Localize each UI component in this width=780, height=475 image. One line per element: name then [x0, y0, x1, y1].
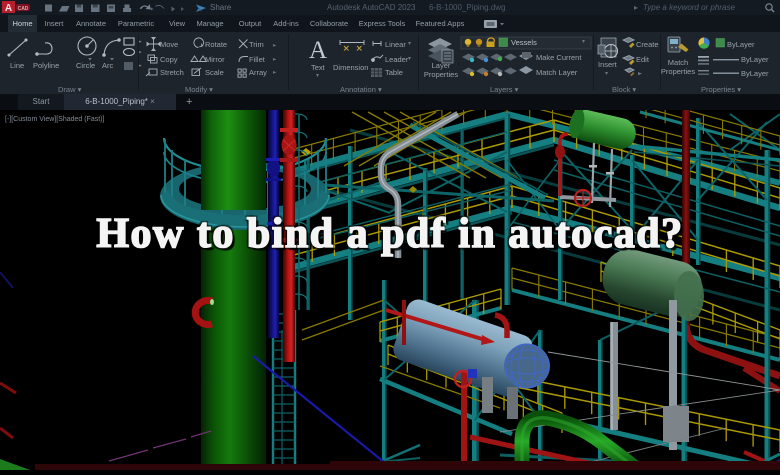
- svg-text:Share: Share: [210, 3, 232, 12]
- svg-text:A: A: [5, 3, 12, 14]
- svg-text:CAD: CAD: [18, 6, 29, 12]
